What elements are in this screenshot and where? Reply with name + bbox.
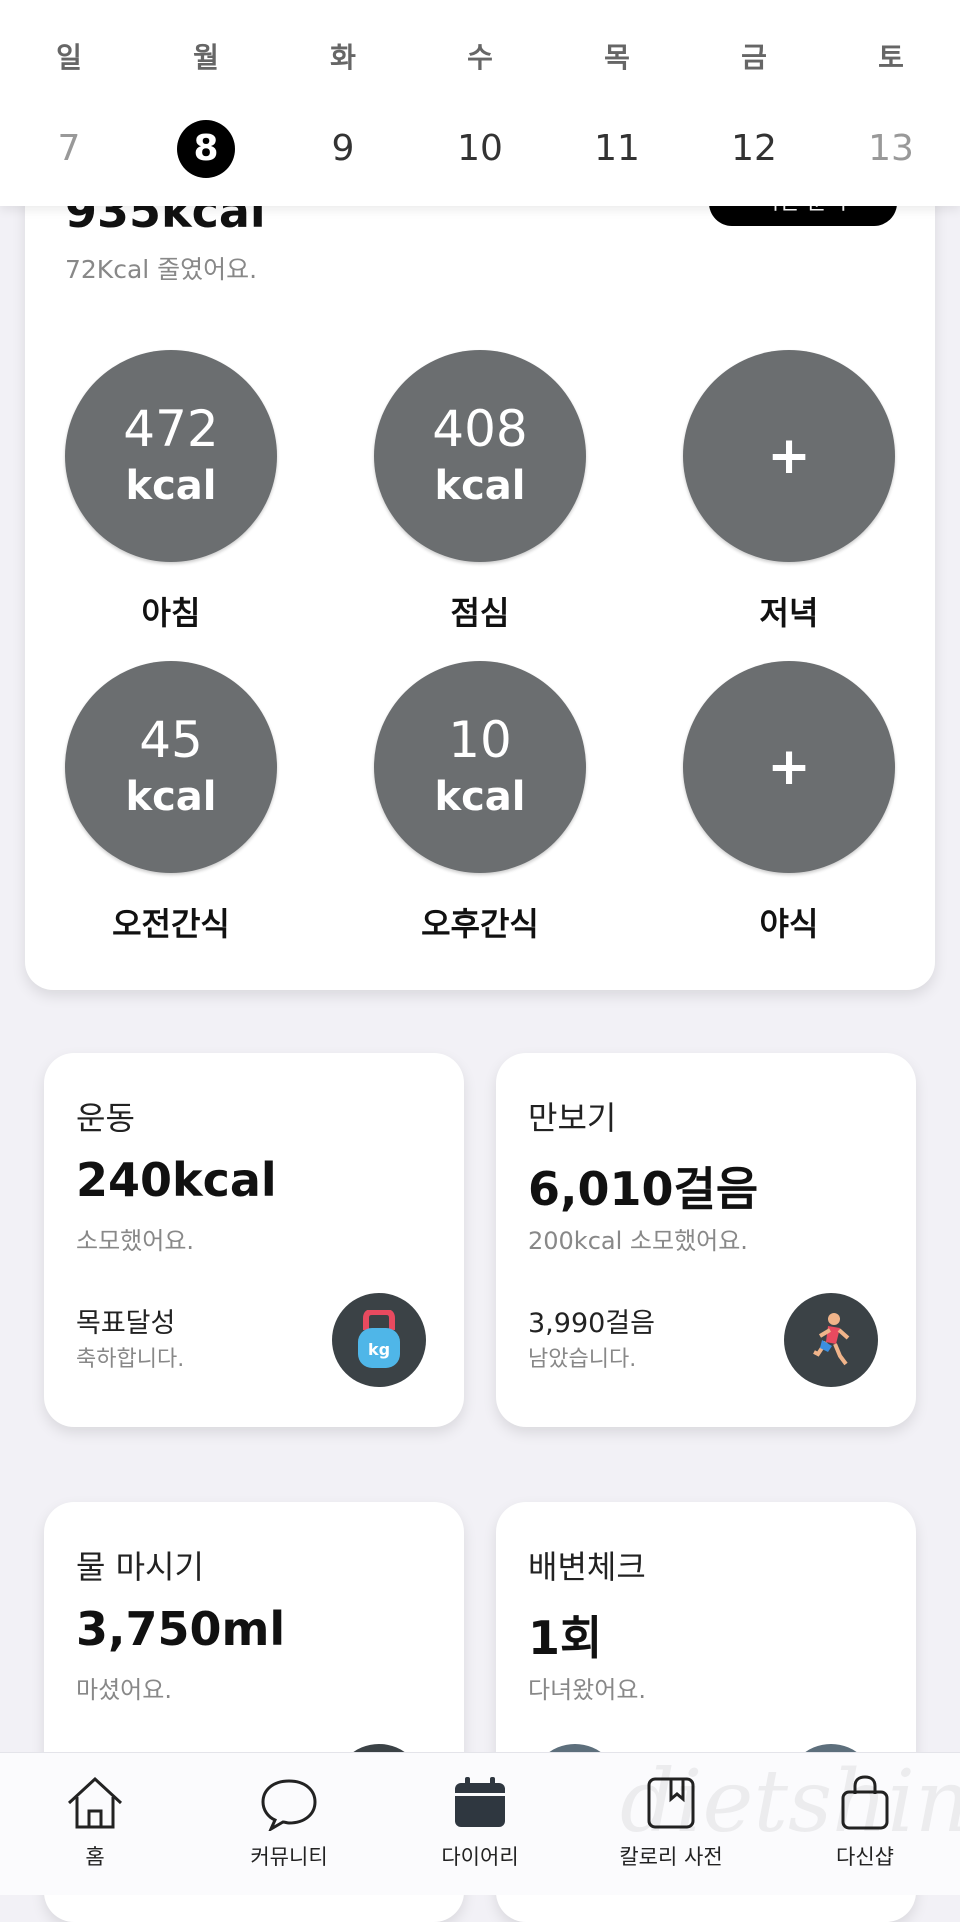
- water-title: 물 마시기: [76, 1548, 204, 1586]
- afternoon-snack-kcal-value: 10: [448, 711, 512, 769]
- dinner-label: 저녁: [759, 594, 819, 632]
- nav-calorie-dictionary-label: 칼로리 사전: [619, 1845, 723, 1869]
- pedometer-remaining-sub: 남았습니다.: [528, 1347, 637, 1372]
- meal-breakfast[interactable]: 472 kcal 아침: [65, 350, 277, 634]
- water-value: 3,750ml: [76, 1602, 286, 1656]
- week-header: 일 월 화 수 목 금 토 7 8 9 10 11 12 13: [0, 0, 960, 206]
- weekday-tue: 화: [330, 41, 356, 74]
- weekday-sat: 토: [878, 41, 904, 74]
- pedometer-card[interactable]: 만보기 6,010걸음 200kcal 소모했어요. 3,990걸음 남았습니다…: [496, 1053, 916, 1427]
- date-9[interactable]: 9: [298, 120, 388, 178]
- svg-text:kg: kg: [368, 1340, 390, 1359]
- nav-diary[interactable]: 다이어리: [405, 1771, 555, 1871]
- nav-calorie-dictionary[interactable]: 칼로리 사전: [596, 1771, 746, 1871]
- dinner-add-button[interactable]: +: [683, 350, 895, 562]
- nav-home-label: 홈: [85, 1845, 105, 1869]
- exercise-card[interactable]: 운동 240kcal 소모했어요. 목표달성 축하합니다. kg: [44, 1053, 464, 1427]
- nav-home[interactable]: 홈: [20, 1771, 170, 1871]
- meal-morning-snack[interactable]: 45 kcal 오전간식: [65, 661, 277, 945]
- breakfast-kcal-value: 472: [123, 400, 219, 458]
- date-11[interactable]: 11: [572, 120, 662, 178]
- weekday-fri: 금: [741, 41, 767, 74]
- bottom-nav: 홈 커뮤니티 다이어리 칼로리 사전 다신샵: [0, 1752, 960, 1895]
- breakfast-kcal-circle[interactable]: 472 kcal: [65, 350, 277, 562]
- exercise-goal-sub: 축하합니다.: [76, 1347, 185, 1372]
- pedometer-remaining: 3,990걸음: [528, 1308, 655, 1339]
- date-7[interactable]: 7: [24, 120, 114, 178]
- selected-date-label: 8: [177, 120, 235, 178]
- kettlebell-icon[interactable]: kg: [332, 1293, 426, 1387]
- meal-lunch[interactable]: 408 kcal 점심: [374, 350, 586, 634]
- exercise-sub: 소모했어요.: [76, 1227, 195, 1255]
- weekday-mon: 월: [193, 41, 219, 74]
- chat-bubble-icon: [214, 1771, 364, 1835]
- bowel-sub: 다녀왔어요.: [528, 1676, 647, 1704]
- water-sub: 마셨어요.: [76, 1676, 172, 1704]
- weekday-wed: 수: [467, 41, 493, 74]
- morning-snack-kcal-circle[interactable]: 45 kcal: [65, 661, 277, 873]
- exercise-title: 운동: [76, 1099, 135, 1137]
- afternoon-snack-kcal-circle[interactable]: 10 kcal: [374, 661, 586, 873]
- late-night-label: 야식: [759, 905, 819, 943]
- date-12[interactable]: 12: [709, 120, 799, 178]
- lunch-label: 점심: [450, 594, 510, 632]
- meal-dinner[interactable]: + 저녁: [683, 350, 895, 634]
- nav-shop[interactable]: 다신샵: [790, 1771, 940, 1871]
- pedometer-title: 만보기: [528, 1099, 617, 1137]
- weekday-thu: 목: [604, 41, 630, 74]
- nav-shop-label: 다신샵: [836, 1845, 894, 1869]
- reduced-kcal-text: 72Kcal 줄였어요.: [65, 255, 258, 284]
- late-night-add-button[interactable]: +: [683, 661, 895, 873]
- date-8-selected[interactable]: 8: [161, 120, 251, 178]
- morning-snack-label: 오전간식: [112, 905, 230, 943]
- lunch-kcal-value: 408: [432, 400, 528, 458]
- meal-afternoon-snack[interactable]: 10 kcal 오후간식: [374, 661, 586, 945]
- plus-icon: +: [767, 737, 811, 797]
- nav-community-label: 커뮤니티: [250, 1845, 328, 1869]
- lunch-kcal-circle[interactable]: 408 kcal: [374, 350, 586, 562]
- bowel-title: 배변체크: [528, 1548, 646, 1586]
- breakfast-label: 아침: [141, 594, 201, 632]
- date-10[interactable]: 10: [435, 120, 525, 178]
- afternoon-snack-kcal-unit: kcal: [434, 774, 526, 820]
- meal-summary-card: 935kcal 식단 분석 72Kcal 줄였어요. 472 kcal 아침 4…: [25, 140, 935, 990]
- plus-icon: +: [767, 426, 811, 486]
- calendar-icon: [405, 1771, 555, 1835]
- exercise-value: 240kcal: [76, 1153, 277, 1207]
- meal-late-night[interactable]: + 야식: [683, 661, 895, 945]
- runner-icon[interactable]: [784, 1293, 878, 1387]
- book-icon: [596, 1771, 746, 1835]
- weekday-sun: 일: [56, 41, 82, 74]
- pedometer-sub: 200kcal 소모했어요.: [528, 1227, 748, 1255]
- bowel-value: 1회: [528, 1611, 603, 1665]
- date-13[interactable]: 13: [846, 120, 936, 178]
- nav-diary-label: 다이어리: [441, 1845, 519, 1869]
- nav-community[interactable]: 커뮤니티: [214, 1771, 364, 1871]
- lunch-kcal-unit: kcal: [434, 463, 526, 509]
- morning-snack-kcal-unit: kcal: [125, 774, 217, 820]
- exercise-goal: 목표달성: [76, 1308, 176, 1339]
- afternoon-snack-label: 오후간식: [421, 905, 539, 943]
- home-icon: [20, 1771, 170, 1835]
- shopping-bag-icon: [790, 1771, 940, 1835]
- morning-snack-kcal-value: 45: [139, 711, 203, 769]
- breakfast-kcal-unit: kcal: [125, 463, 217, 509]
- pedometer-value: 6,010걸음: [528, 1162, 759, 1216]
